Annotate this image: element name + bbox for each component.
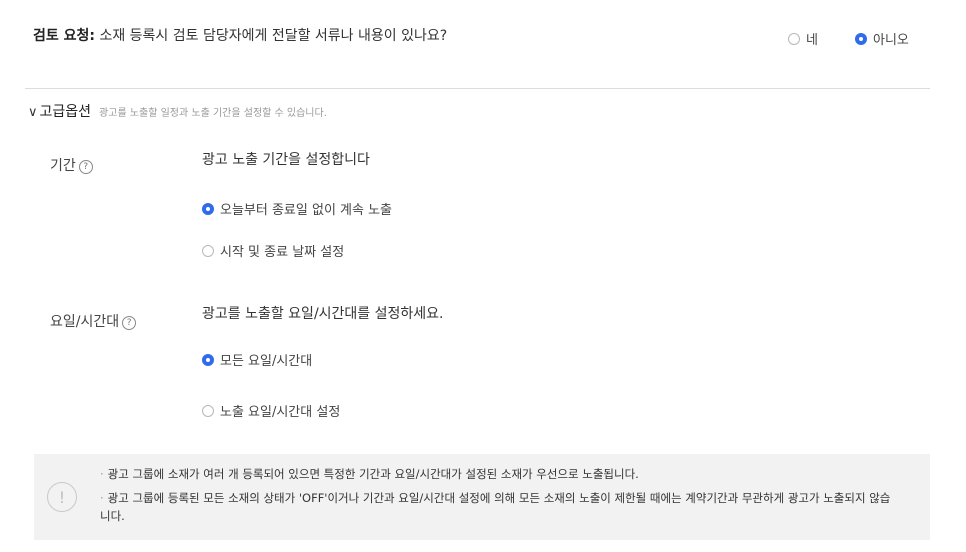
radio-continuous[interactable] xyxy=(202,202,214,215)
review-option-no-label: 아니오 xyxy=(873,33,909,48)
notice-line-1: · 광고 그룹에 소재가 여러 개 등록되어 있으면 특정한 기간과 요일/시간대… xyxy=(100,465,915,483)
notice-line-2-text: 광고 그룹에 등록된 모든 소재의 상태가 'OFF'이거나 기간과 요일/시간… xyxy=(100,491,891,523)
radio-yes[interactable] xyxy=(788,32,800,45)
schedule-label: 요일/시간대 ? xyxy=(50,311,137,331)
review-option-no[interactable]: 아니오 xyxy=(855,29,909,48)
schedule-option-all[interactable]: 모든 요일/시간대 xyxy=(202,350,312,369)
schedule-heading: 광고를 노출할 요일/시간대를 설정하세요. xyxy=(202,306,444,322)
notice-bullet: · xyxy=(100,491,104,505)
notice-line-1-text: 광고 그룹에 소재가 여러 개 등록되어 있으면 특정한 기간과 요일/시간대가… xyxy=(107,467,639,481)
review-request-text: 소재 등록시 검토 담당자에게 전달할 서류나 내용이 있나요? xyxy=(99,28,448,44)
review-request-question: 검토 요청: 소재 등록시 검토 담당자에게 전달할 서류나 내용이 있나요? xyxy=(33,25,447,45)
period-label-text: 기간 xyxy=(50,158,76,174)
exclamation-icon: ! xyxy=(47,482,77,512)
review-request-label: 검토 요청: xyxy=(33,28,95,44)
period-option-continuous-label: 오늘부터 종료일 없이 계속 노출 xyxy=(220,203,393,218)
section-divider xyxy=(25,88,930,89)
radio-custom-times[interactable] xyxy=(202,404,214,417)
chevron-down-icon[interactable]: ∨ xyxy=(28,105,38,120)
period-help-icon[interactable]: ? xyxy=(78,160,93,174)
period-option-continuous[interactable]: 오늘부터 종료일 없이 계속 노출 xyxy=(202,199,392,218)
review-option-yes[interactable]: 네 xyxy=(788,29,818,48)
radio-no[interactable] xyxy=(855,32,867,45)
advanced-options-toggle[interactable]: ∨ 고급옵션 광고를 노출할 일정과 노출 기간을 설정할 수 있습니다. xyxy=(28,101,327,121)
schedule-option-custom[interactable]: 노출 요일/시간대 설정 xyxy=(202,401,340,420)
radio-dates[interactable] xyxy=(202,244,214,257)
notice-line-2: · 광고 그룹에 등록된 모든 소재의 상태가 'OFF'이거나 기간과 요일/시… xyxy=(100,489,900,525)
period-heading: 광고 노출 기간을 설정합니다 xyxy=(202,152,370,168)
review-option-yes-label: 네 xyxy=(806,33,818,48)
schedule-option-all-label: 모든 요일/시간대 xyxy=(220,354,313,369)
radio-all-times[interactable] xyxy=(202,353,214,366)
advanced-options-title: 고급옵션 xyxy=(39,104,92,120)
schedule-label-text: 요일/시간대 xyxy=(50,314,120,330)
advanced-options-description: 광고를 노출할 일정과 노출 기간을 설정할 수 있습니다. xyxy=(99,108,327,119)
notice-bullet: · xyxy=(100,467,104,481)
period-option-dates[interactable]: 시작 및 종료 날짜 설정 xyxy=(202,241,344,260)
schedule-help-icon[interactable]: ? xyxy=(122,316,137,330)
period-label: 기간 ? xyxy=(50,155,93,175)
period-option-dates-label: 시작 및 종료 날짜 설정 xyxy=(220,245,345,260)
schedule-option-custom-label: 노출 요일/시간대 설정 xyxy=(220,405,341,420)
